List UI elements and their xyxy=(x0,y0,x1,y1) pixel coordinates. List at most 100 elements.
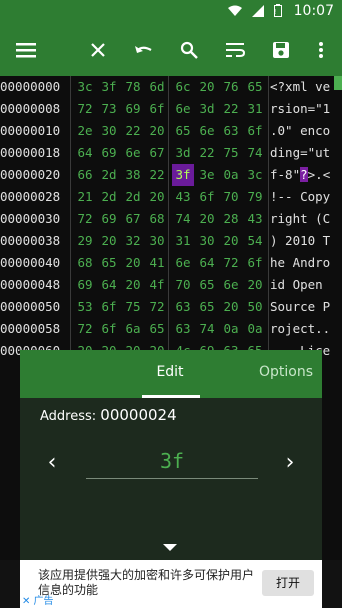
byte-value-input[interactable]: 3f xyxy=(86,446,258,479)
tab-edit[interactable]: Edit xyxy=(120,350,220,398)
hex-row[interactable]: 00000058 72 6f 6a 65 63 74 0a 0a roject.. xyxy=(0,318,342,340)
hex-byte[interactable]: 20 xyxy=(196,76,218,98)
hex-byte[interactable]: 0a xyxy=(244,318,266,340)
hex-byte[interactable]: 31 xyxy=(172,230,194,252)
hex-row[interactable]: 00000008 72 73 69 6f 6e 3d 22 31 rsion="1 xyxy=(0,98,342,120)
more-icon[interactable] xyxy=(305,34,337,66)
next-byte-button[interactable]: › xyxy=(278,450,302,475)
hex-byte[interactable]: 3f xyxy=(98,76,120,98)
hex-byte[interactable]: 72 xyxy=(146,296,168,318)
ascii-text[interactable]: roject.. xyxy=(270,318,330,340)
hex-byte[interactable]: 3c xyxy=(244,164,266,186)
menu-icon[interactable] xyxy=(10,34,42,66)
hex-row[interactable]: 00000018 64 69 6e 67 3d 22 75 74 ding="ut xyxy=(0,142,342,164)
hex-byte[interactable]: 72 xyxy=(220,252,242,274)
hex-byte[interactable]: 69 xyxy=(74,274,96,296)
hex-byte[interactable]: 72 xyxy=(74,318,96,340)
hex-byte[interactable]: 6f xyxy=(196,186,218,208)
hex-row[interactable]: 00000048 69 64 20 4f 70 65 6e 20 id Open xyxy=(0,274,342,296)
hex-byte[interactable]: 3d xyxy=(196,98,218,120)
hex-byte[interactable]: 76 xyxy=(220,76,242,98)
hex-byte[interactable]: 65 xyxy=(98,252,120,274)
hex-byte[interactable]: 69 xyxy=(122,98,144,120)
hex-byte[interactable]: 67 xyxy=(122,208,144,230)
hex-byte[interactable]: 53 xyxy=(74,296,96,318)
hex-byte[interactable]: 22 xyxy=(122,120,144,142)
hex-byte[interactable]: 20 xyxy=(146,186,168,208)
hex-byte[interactable]: 65 xyxy=(196,274,218,296)
close-icon[interactable] xyxy=(82,34,114,66)
ascii-text[interactable]: he Andro xyxy=(270,252,330,274)
hex-byte[interactable]: 65 xyxy=(244,76,266,98)
hex-byte[interactable]: 3e xyxy=(196,164,218,186)
hex-byte[interactable]: 20 xyxy=(220,296,242,318)
hex-byte[interactable]: 64 xyxy=(74,142,96,164)
hex-byte[interactable]: 22 xyxy=(146,164,168,186)
ascii-text[interactable]: rsion="1 xyxy=(270,98,330,120)
tab-options[interactable]: Options xyxy=(250,350,322,398)
collapse-icon[interactable] xyxy=(163,544,177,551)
ascii-text[interactable]: .0" enco xyxy=(270,120,330,142)
hex-byte[interactable]: 74 xyxy=(244,142,266,164)
hex-byte[interactable]: 72 xyxy=(74,98,96,120)
ascii-text[interactable]: Source P xyxy=(270,296,330,318)
hex-byte[interactable]: 0a xyxy=(220,164,242,186)
ascii-text[interactable]: ding="ut xyxy=(270,142,330,164)
hex-byte[interactable]: 30 xyxy=(146,230,168,252)
hex-byte[interactable]: 65 xyxy=(196,296,218,318)
hex-byte[interactable]: 3d xyxy=(172,142,194,164)
hex-row[interactable]: 00000010 2e 30 22 20 65 6e 63 6f .0" enco xyxy=(0,120,342,142)
hex-byte[interactable]: 22 xyxy=(196,142,218,164)
hex-byte[interactable]: 2d xyxy=(122,186,144,208)
hex-byte[interactable]: 6a xyxy=(122,318,144,340)
search-icon[interactable] xyxy=(173,34,205,66)
hex-byte[interactable]: 21 xyxy=(74,186,96,208)
hex-byte[interactable]: 70 xyxy=(220,186,242,208)
hex-byte[interactable]: 32 xyxy=(122,230,144,252)
scrollbar-thumb[interactable] xyxy=(334,76,342,90)
hex-row[interactable]: 00000038 29 20 32 30 31 30 20 54) 2010 T xyxy=(0,230,342,252)
hex-byte[interactable]: 20 xyxy=(196,208,218,230)
hex-byte[interactable]: 64 xyxy=(196,252,218,274)
hex-byte[interactable]: 30 xyxy=(196,230,218,252)
hex-byte[interactable]: 63 xyxy=(172,318,194,340)
hex-byte[interactable]: 38 xyxy=(122,164,144,186)
hex-byte[interactable]: 63 xyxy=(172,296,194,318)
hex-byte[interactable]: 79 xyxy=(244,186,266,208)
ascii-text[interactable]: id Open xyxy=(270,274,330,296)
ad-open-button[interactable]: 打开 xyxy=(262,570,314,596)
hex-byte[interactable]: 3f xyxy=(172,164,194,186)
hex-byte[interactable]: 6c xyxy=(172,76,194,98)
hex-row[interactable]: 00000000 3c 3f 78 6d 6c 20 76 65 <?xml ve xyxy=(0,76,342,98)
hex-byte[interactable]: 54 xyxy=(244,230,266,252)
hex-byte[interactable]: 31 xyxy=(244,98,266,120)
hex-byte[interactable]: 2d xyxy=(98,164,120,186)
hex-byte[interactable]: 74 xyxy=(196,318,218,340)
hex-row[interactable]: 00000050 53 6f 75 72 63 65 20 50 Source P xyxy=(0,296,342,318)
hex-byte[interactable]: 20 xyxy=(122,252,144,274)
hex-byte[interactable]: 65 xyxy=(146,318,168,340)
hex-byte[interactable]: 20 xyxy=(220,230,242,252)
hex-byte[interactable]: 6e xyxy=(172,252,194,274)
hex-byte[interactable]: 68 xyxy=(74,252,96,274)
ascii-text[interactable]: !-- Copy xyxy=(270,186,330,208)
save-icon[interactable] xyxy=(265,34,297,66)
hex-byte[interactable]: 4f xyxy=(146,274,168,296)
hex-byte[interactable]: 41 xyxy=(146,252,168,274)
hex-byte[interactable]: 20 xyxy=(98,230,120,252)
ad-mark[interactable]: ✕ 广告 xyxy=(22,592,54,607)
hex-byte[interactable]: 29 xyxy=(74,230,96,252)
hex-byte[interactable]: 68 xyxy=(146,208,168,230)
hex-byte[interactable]: 6d xyxy=(146,76,168,98)
hex-row[interactable]: 00000030 72 69 67 68 74 20 28 43 right (C xyxy=(0,208,342,230)
hex-byte[interactable]: 6e xyxy=(196,120,218,142)
hex-byte[interactable]: 66 xyxy=(74,164,96,186)
hex-row[interactable]: 00000040 68 65 20 41 6e 64 72 6f he Andro xyxy=(0,252,342,274)
hex-byte[interactable]: 6e xyxy=(220,274,242,296)
hex-byte[interactable]: 75 xyxy=(220,142,242,164)
hex-byte[interactable]: 70 xyxy=(172,274,194,296)
hex-byte[interactable]: 72 xyxy=(74,208,96,230)
hex-byte[interactable]: 0a xyxy=(220,318,242,340)
hex-byte[interactable]: 6f xyxy=(98,296,120,318)
wrap-icon[interactable] xyxy=(219,34,251,66)
